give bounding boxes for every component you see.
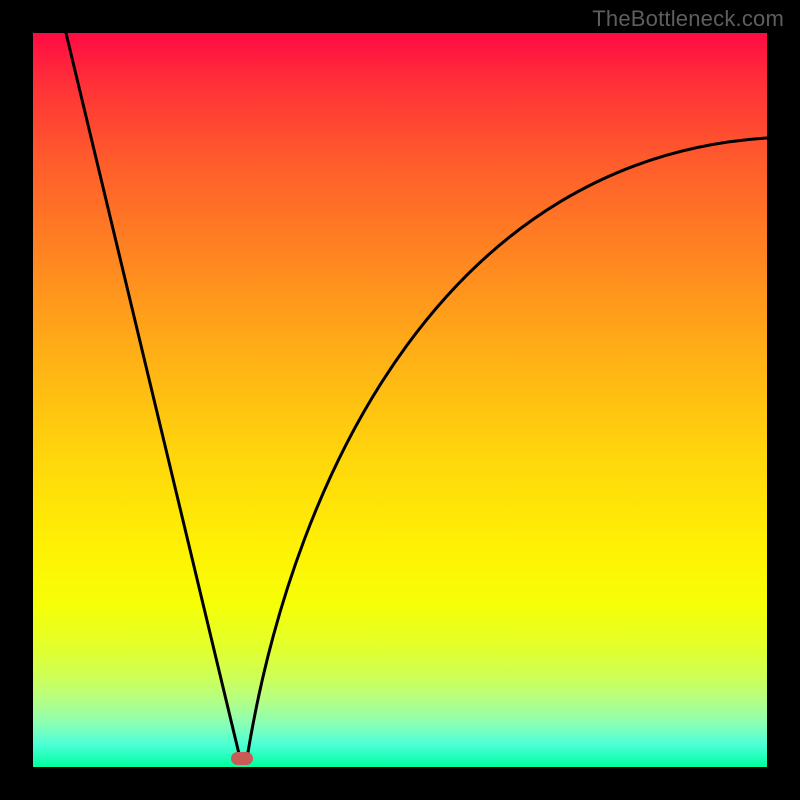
watermark-text: TheBottleneck.com <box>592 6 784 32</box>
curve-right-branch <box>247 138 767 758</box>
curve-left-branch <box>66 33 240 758</box>
chart-plot-area <box>33 33 767 767</box>
chart-frame: TheBottleneck.com <box>0 0 800 800</box>
optimum-marker <box>231 752 253 765</box>
bottleneck-curve <box>33 33 767 767</box>
